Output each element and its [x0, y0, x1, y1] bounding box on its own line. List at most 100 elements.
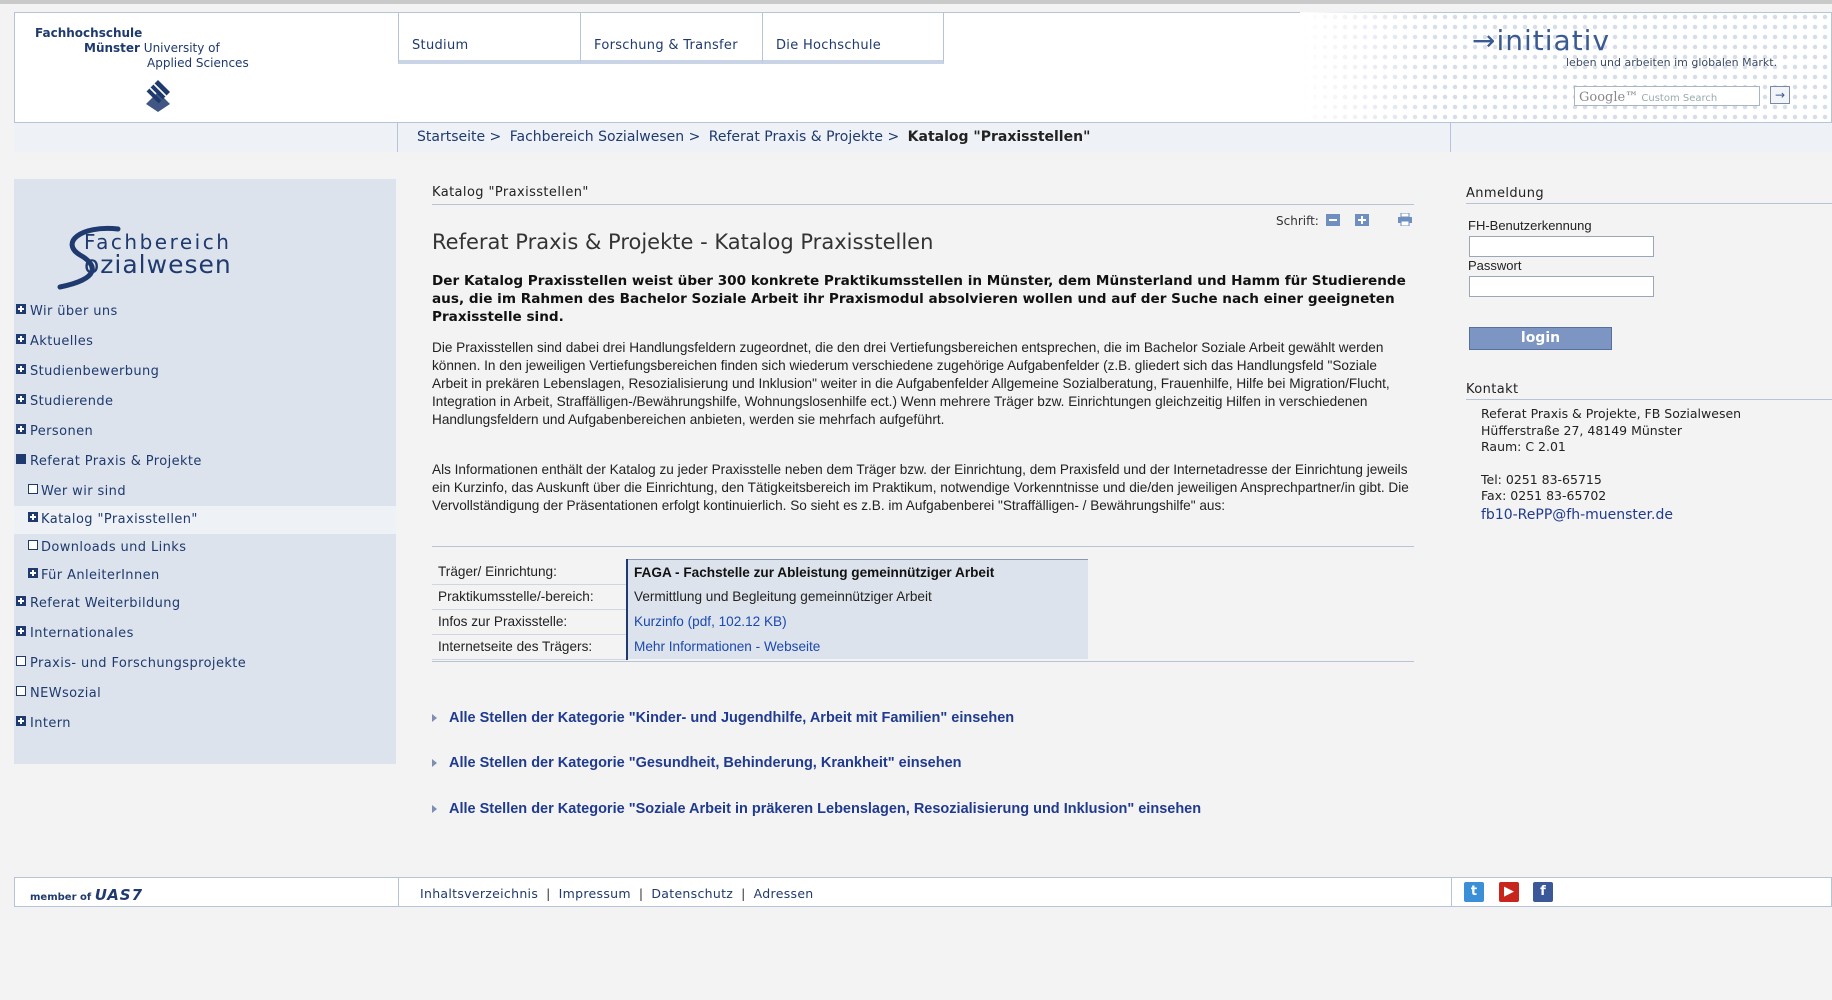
twitter-icon[interactable]: t [1464, 882, 1484, 902]
facebook-icon[interactable]: f [1533, 882, 1553, 902]
sidebar-item-label: Studienbewerbung [30, 364, 160, 379]
sidebar-item[interactable]: Downloads und Links [14, 534, 396, 562]
sidebar-item-label: Katalog "Praxisstellen" [41, 512, 198, 527]
sidebar-item[interactable]: Personen [14, 418, 396, 448]
footer-link-datenschutz[interactable]: Datenschutz [651, 886, 733, 901]
sidebar-item-label: Studierende [30, 394, 114, 409]
intro-text: Der Katalog Praxisstellen weist über 300… [432, 273, 1406, 325]
sidebar-item[interactable]: Katalog "Praxisstellen" [14, 506, 396, 534]
website-link[interactable]: Mehr Informationen - Webseite [634, 639, 820, 654]
triangle-right-icon [432, 805, 437, 814]
fh-logo-icon [145, 80, 170, 112]
contact-line [1481, 456, 1741, 472]
expand-plus-icon [16, 364, 26, 374]
sidebar-item-label: Downloads und Links [41, 540, 187, 555]
sidebar-item[interactable]: Wir über uns [14, 298, 396, 328]
password-label: Passwort [1468, 258, 1522, 273]
contact-block: Referat Praxis & Projekte, FB Sozialwese… [1481, 406, 1741, 523]
divider [1466, 203, 1832, 204]
table-key: Infos zur Praxisstelle: [432, 609, 627, 635]
page-title: Referat Praxis & Projekte - Katalog Prax… [432, 230, 934, 254]
font-decrease-icon[interactable] [1326, 214, 1340, 226]
divider [432, 546, 1414, 547]
triangle-right-icon [432, 714, 437, 723]
table-row: Infos zur Praxisstelle: Kurzinfo (pdf, 1… [432, 609, 1088, 635]
expand-plus-icon [16, 394, 26, 404]
empty-square-icon [28, 540, 38, 550]
contact-line: Referat Praxis & Projekte, FB Sozialwese… [1481, 406, 1742, 421]
divider [432, 661, 1414, 662]
sidebar-item[interactable]: Praxis- und Forschungsprojekte [14, 650, 396, 680]
initiativ-logo[interactable]: →initiativ [1472, 24, 1610, 57]
table-value: FAGA - Fachstelle zur Ableistung gemeinn… [626, 559, 1088, 584]
triangle-right-icon [432, 759, 437, 768]
browser-top-strip [0, 0, 1832, 4]
sidebar-item-label: Intern [30, 716, 71, 731]
sidebar-item[interactable]: Studienbewerbung [14, 358, 396, 388]
topnav-hochschule[interactable]: Die Hochschule [762, 12, 944, 64]
contact-line: Raum: C 2.01 [1481, 439, 1566, 454]
youtube-icon[interactable]: ▶ [1499, 882, 1519, 902]
empty-square-icon [16, 686, 26, 696]
sidebar-item-label: Wir über uns [30, 304, 118, 319]
divider [432, 204, 1414, 205]
logo-line2: Münster University of [84, 41, 220, 55]
table-key: Träger/ Einrichtung: [432, 559, 627, 585]
fh-logo[interactable]: Fachhochschule Münster University of App… [14, 12, 398, 122]
uas7-logo[interactable]: member of UAS7 [30, 886, 143, 904]
print-icon[interactable] [1398, 213, 1412, 226]
logo-line1: Fachhochschule [35, 26, 143, 40]
sidebar-item[interactable]: NEWsozial [14, 680, 396, 710]
category-link-kinder[interactable]: Alle Stellen der Kategorie "Kinder- und … [432, 710, 1014, 726]
sidebar-item[interactable]: Intern [14, 710, 396, 740]
expand-plus-icon [28, 512, 38, 522]
category-link-gesundheit[interactable]: Alle Stellen der Kategorie "Gesundheit, … [432, 755, 962, 771]
expand-plus-icon [16, 716, 26, 726]
contact-line: Hüfferstraße 27, 48149 Münster [1481, 422, 1682, 438]
breadcrumb-referat[interactable]: Referat Praxis & Projekte > [709, 129, 899, 145]
logo-line3: Applied Sciences [147, 56, 249, 70]
divider [1466, 399, 1832, 400]
paragraph-1: Die Praxisstellen sind dabei drei Handlu… [432, 340, 1390, 427]
sidebar-item[interactable]: Referat Weiterbildung [14, 590, 396, 620]
expand-plus-icon [16, 596, 26, 606]
footer-link-impressum[interactable]: Impressum [559, 886, 631, 901]
login-button[interactable]: login [1469, 327, 1612, 350]
kurzinfo-link[interactable]: Kurzinfo (pdf, 102.12 KB) [634, 614, 787, 629]
sidebar-item-label: Wer wir sind [41, 484, 126, 499]
sidebar-item[interactable]: Studierende [14, 388, 396, 418]
category-link-soziale-arbeit[interactable]: Alle Stellen der Kategorie "Soziale Arbe… [432, 801, 1201, 817]
expanded-square-icon [16, 454, 26, 464]
contact-email-link[interactable]: fb10-RePP@fh-muenster.de [1481, 507, 1673, 523]
empty-square-icon [16, 656, 26, 666]
expand-plus-icon [16, 334, 26, 344]
sidebar-item[interactable]: Aktuelles [14, 328, 396, 358]
sidebar-item[interactable]: Referat Praxis & Projekte [14, 448, 396, 478]
table-row: Internetseite des Trägers: Mehr Informat… [432, 634, 1088, 660]
sidebar-item[interactable]: Für AnleiterInnen [14, 562, 396, 590]
empty-square-icon [28, 484, 38, 494]
table-value: Vermittlung und Begleitung gemeinnützige… [626, 584, 1088, 609]
sidebar-item-label: Aktuelles [30, 334, 94, 349]
password-input[interactable] [1469, 276, 1654, 297]
search-submit-button[interactable]: → [1770, 86, 1790, 104]
font-increase-icon[interactable] [1355, 214, 1369, 226]
topnav-studium[interactable]: Studium [398, 12, 580, 64]
login-heading: Anmeldung [1466, 186, 1544, 201]
expand-plus-icon [28, 568, 38, 578]
sidebar-item[interactable]: Internationales [14, 620, 396, 650]
footer-link-inhaltsverzeichnis[interactable]: Inhaltsverzeichnis [420, 886, 538, 901]
sidebar-item[interactable]: Wer wir sind [14, 478, 396, 506]
footer-link-adressen[interactable]: Adressen [754, 886, 814, 901]
breadcrumb-startseite[interactable]: Startseite > [417, 129, 501, 145]
breadcrumb-fachbereich[interactable]: Fachbereich Sozialwesen > [510, 129, 701, 145]
breadcrumb-current: Katalog "Praxisstellen" [907, 129, 1091, 145]
search-input[interactable]: Google™ Custom Search [1574, 86, 1760, 106]
topnav-forschung[interactable]: Forschung & Transfer [580, 12, 762, 64]
top-navigation: Studium Forschung & Transfer Die Hochsch… [398, 12, 944, 64]
table-key: Praktikumsstelle/-bereich: [432, 584, 627, 610]
contact-line: Tel: 0251 83-65715 [1481, 471, 1602, 487]
username-input[interactable] [1469, 236, 1654, 257]
expand-plus-icon [16, 304, 26, 314]
example-table: Träger/ Einrichtung: FAGA - Fachstelle z… [432, 559, 1088, 660]
